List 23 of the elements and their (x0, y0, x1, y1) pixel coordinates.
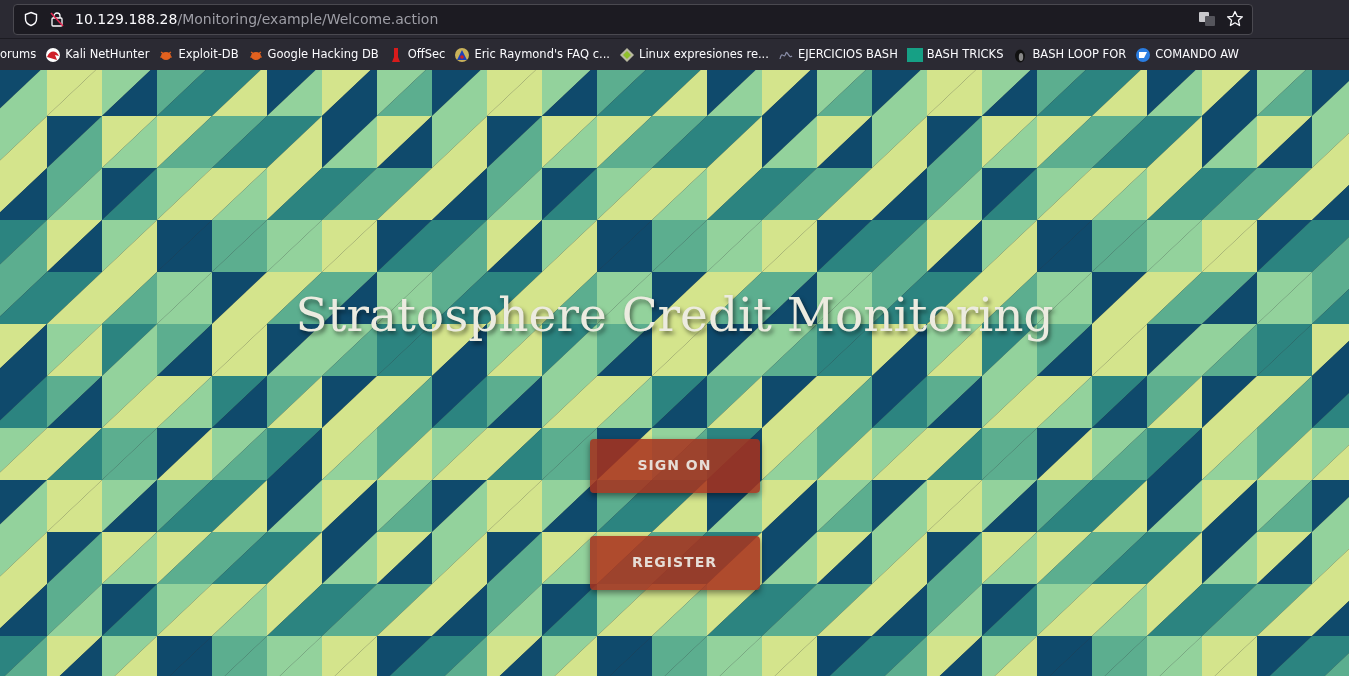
bookmark-link[interactable]: Eric Raymond's FAQ c... (454, 45, 610, 64)
bookmark-link[interactable]: orums (0, 45, 37, 64)
page-button[interactable]: REGISTER (589, 535, 760, 590)
square-icon (906, 46, 923, 63)
bookmark-link[interactable]: BASH LOOP FOR (1012, 45, 1127, 64)
badge-icon (454, 46, 471, 63)
bookmark-link[interactable]: EJERCICIOS BASH (777, 45, 898, 64)
star-icon[interactable] (1226, 10, 1244, 28)
bookmark-link[interactable]: Exploit-DB (158, 45, 239, 64)
bookmark-link[interactable]: Linux expresiones re... (619, 45, 769, 64)
globe-icon (1135, 46, 1152, 63)
bookmark-link[interactable]: COMANDO AW (1135, 45, 1239, 64)
bookmark-link[interactable]: Google Hacking DB (247, 45, 379, 64)
insecure-lock-icon[interactable] (49, 11, 65, 27)
url-text: 10.129.188.28/Monitoring/example/Welcome.action (75, 9, 439, 29)
bookmark-link[interactable]: OffSec (387, 45, 446, 64)
page-button[interactable]: SIGN ON (589, 438, 760, 493)
shield-icon[interactable] (23, 11, 39, 27)
bookmark-link[interactable]: Kali NetHunter (45, 45, 150, 64)
dragon-icon (45, 46, 62, 63)
diamond-icon (619, 46, 635, 63)
address-bar[interactable]: 10.129.188.28/Monitoring/example/Welcome.action (13, 3, 1253, 35)
bookmark-link[interactable]: BASH TRICKS (906, 45, 1004, 64)
